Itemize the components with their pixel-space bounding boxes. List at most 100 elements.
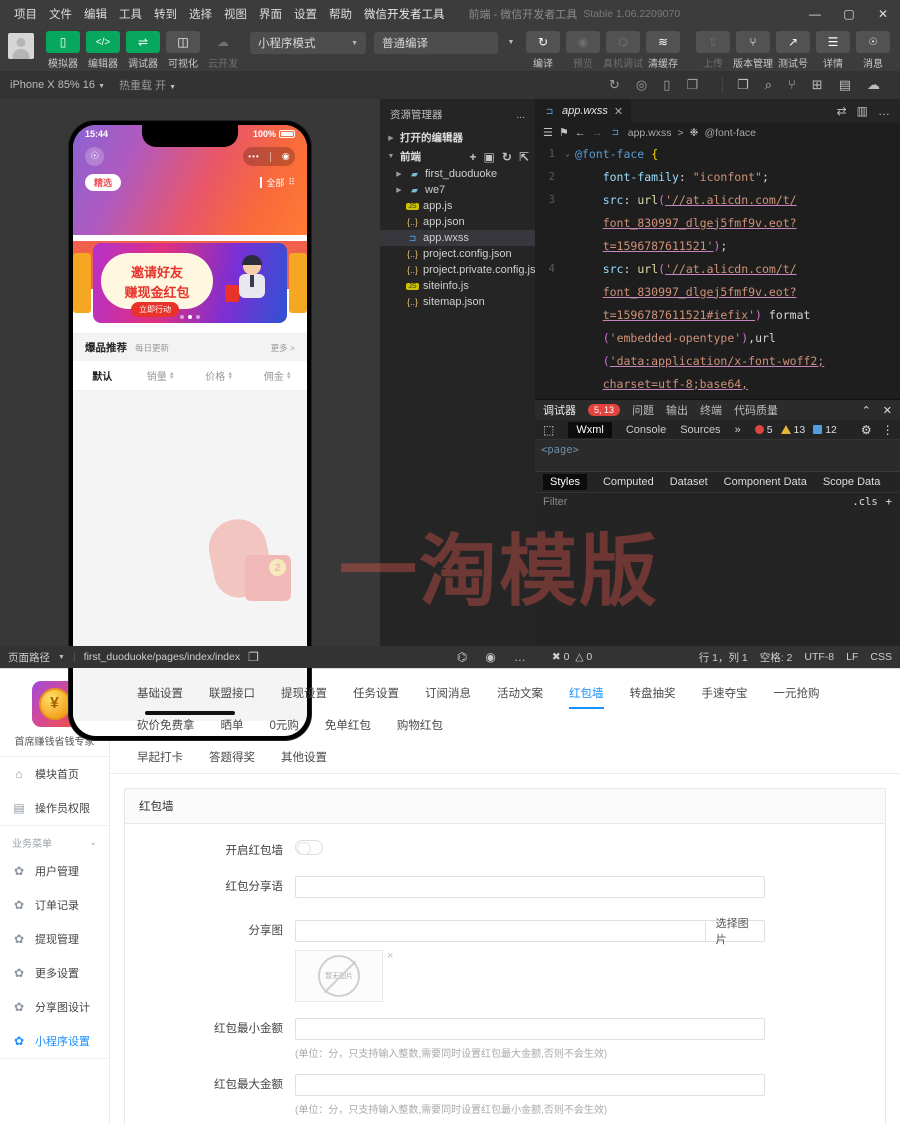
tab-red-packet-wall[interactable]: 红包墙 — [556, 677, 617, 709]
sidebar-item-miniapp-settings[interactable]: ✿ 小程序设置 — [0, 1024, 109, 1058]
remove-image-icon[interactable]: × — [387, 950, 393, 962]
tab-alliance-api[interactable]: 联盟接口 — [196, 677, 268, 709]
forward-icon[interactable]: → — [592, 127, 603, 139]
settings-gear-icon[interactable]: ⚙ — [861, 423, 872, 437]
styles-content[interactable] — [535, 511, 900, 666]
wxml-tree[interactable]: <page> — [535, 440, 900, 472]
new-folder-icon[interactable]: ▣ — [484, 150, 495, 164]
filter-price[interactable]: 价格 ▲ ▼ — [190, 368, 249, 384]
compile-file-icon[interactable]: ⇄ — [837, 104, 847, 118]
bookmark-icon[interactable]: ⚑ — [559, 126, 569, 139]
sidebar-group-business[interactable]: 业务菜单 ⌄ — [0, 825, 109, 854]
toolbar-button-editor[interactable]: </> 编辑器 — [84, 31, 122, 70]
styles-tab-styles[interactable]: Styles — [543, 474, 587, 490]
sidebar-item-module-home[interactable]: ⌂ 模块首页 — [0, 757, 109, 791]
warning-status[interactable]: △ 0 — [575, 651, 592, 663]
copy-files-icon[interactable]: ❐ — [737, 77, 749, 93]
file-row-we7[interactable]: ▶ ▰ we7 — [380, 182, 535, 198]
promo-banner[interactable]: 邀请好友 赚现金红包 立即行动 — [93, 243, 287, 323]
input-min-amount[interactable] — [295, 1018, 765, 1040]
debugger-tab-codequality[interactable]: 代码质量 — [734, 402, 778, 418]
multi-window-icon[interactable]: ❐ — [686, 77, 698, 93]
styles-tab-computed[interactable]: Computed — [603, 476, 654, 488]
mode-select[interactable]: 小程序模式 ▼ — [250, 32, 366, 54]
collapse-all-icon[interactable]: ⇱ — [519, 150, 529, 164]
more-status-icon[interactable]: … — [514, 650, 526, 664]
toolbar-button-details[interactable]: ☰ 详情 — [814, 31, 852, 70]
warning-count[interactable]: 13 — [780, 424, 805, 436]
toolbar-button-version[interactable]: ⑂ 版本管理 — [733, 31, 773, 70]
toolbar-button-compile[interactable]: ↻ 编译 — [524, 31, 562, 70]
product-list-area[interactable] — [73, 391, 307, 721]
sidebar-item-operator-permission[interactable]: ▤ 操作员权限 — [0, 791, 109, 825]
info-count[interactable]: 12 — [813, 424, 837, 436]
tab-speed-treasure[interactable]: 手速夺宝 — [689, 677, 761, 709]
bug-status-icon[interactable]: ⌬ — [457, 650, 467, 664]
save-icon[interactable]: ▤ — [839, 77, 851, 93]
toolbar-button-testid[interactable]: ↗ 测试号 — [774, 31, 812, 70]
explorer-more-icon[interactable]: ... — [516, 109, 525, 121]
minimize-icon[interactable]: — — [798, 0, 832, 28]
file-row-app-js[interactable]: JS app.js — [380, 198, 535, 214]
inspect-element-icon[interactable]: ⬚ — [543, 423, 554, 437]
file-row-siteinfo-js[interactable]: JS siteinfo.js — [380, 278, 535, 294]
cls-button[interactable]: .cls — [852, 496, 877, 508]
filter-default[interactable]: 默认 — [73, 368, 132, 383]
tab-other-settings[interactable]: 其他设置 — [268, 741, 340, 773]
tab-show-order[interactable]: 晒单 — [208, 709, 257, 741]
category-all[interactable]: 全部 ⠿ — [260, 176, 295, 189]
tab-bargain-free[interactable]: 砍价免费拿 — [124, 709, 208, 741]
menu-item-help[interactable]: 帮助 — [323, 3, 358, 25]
back-icon[interactable]: ← — [575, 127, 586, 139]
copy-path-icon[interactable]: ❐ — [248, 650, 259, 664]
page-path-label[interactable]: 页面路径 — [8, 650, 50, 665]
file-row-app-json[interactable]: {..} app.json — [380, 214, 535, 230]
device-frame-icon[interactable]: ▯ — [663, 77, 670, 93]
tab-zero-yuan-buy[interactable]: 0元购 — [257, 709, 312, 741]
file-row-project-config[interactable]: {..} project.config.json — [380, 246, 535, 262]
toolbar-button-visual[interactable]: ◫ 可视化 — [164, 31, 202, 70]
devtools-more-tabs[interactable]: » — [735, 424, 741, 436]
category-tag-selected[interactable]: 精选 — [85, 174, 122, 191]
sidebar-item-order-records[interactable]: ✿ 订单记录 — [0, 888, 109, 922]
file-row-app-wxss[interactable]: ⊐ app.wxss — [380, 230, 535, 246]
devtools-tab-console[interactable]: Console — [626, 424, 666, 436]
collapse-icon[interactable]: ⌃ — [862, 404, 871, 417]
debugger-tab-problems[interactable]: 问题 — [632, 402, 654, 418]
styles-tab-dataset[interactable]: Dataset — [670, 476, 708, 488]
refresh-explorer-icon[interactable]: ↻ — [502, 150, 512, 164]
eol-setting[interactable]: LF — [846, 651, 858, 663]
filter-commission[interactable]: 佣金 ▲ ▼ — [249, 368, 308, 384]
menu-item-settings[interactable]: 设置 — [288, 3, 323, 25]
breadcrumb-symbol[interactable]: @font-face — [704, 127, 756, 139]
menu-item-interface[interactable]: 界面 — [253, 3, 288, 25]
menu-item-file[interactable]: 文件 — [43, 3, 78, 25]
toolbar-button-simulator[interactable]: ▯ 模拟器 — [44, 31, 82, 70]
page-path-value[interactable]: first_duoduoke/pages/index/index — [84, 651, 240, 663]
menu-item-goto[interactable]: 转到 — [148, 3, 183, 25]
banner-dots[interactable] — [180, 315, 200, 319]
select-image-button[interactable]: 选择图片 — [705, 918, 765, 946]
toggle-enable-red-packet-wall[interactable] — [295, 840, 323, 855]
toolbar-button-upload[interactable]: ⇧ 上传 — [694, 31, 732, 70]
editor-tab-app-wxss[interactable]: ⊐ app.wxss ✕ — [535, 99, 632, 123]
menu-item-edit[interactable]: 编辑 — [78, 3, 113, 25]
phone-screen[interactable]: 15:44 100% ☉ ••• ◉ 精选 全部 ⠿ 邀请好友 赚现金红包 立即… — [73, 125, 307, 736]
toolbar-button-preview[interactable]: ◉ 预览 — [564, 31, 602, 70]
editor-more-icon[interactable]: … — [878, 104, 890, 118]
toolbar-button-realdevice[interactable]: ⌬ 真机调试 — [603, 31, 643, 70]
file-row-first-duoduoke[interactable]: ▶ ▰ first_duoduoke — [380, 166, 535, 182]
fold-icon[interactable]: ⌄ — [565, 149, 575, 158]
hotreload-select[interactable]: 热重载 开 ▼ — [119, 77, 176, 93]
styles-tab-scope-data[interactable]: Scope Data — [823, 476, 880, 488]
kebab-menu-icon[interactable]: ⋮ — [882, 423, 894, 437]
cloud-debug-icon[interactable]: ☁ — [867, 77, 880, 93]
menu-item-wechat-devtools[interactable]: 微信开发者工具 — [358, 3, 451, 25]
capsule-buttons[interactable]: ••• ◉ — [243, 147, 295, 166]
tab-shopping-red-packet[interactable]: 购物红包 — [384, 709, 456, 741]
image-thumbnail[interactable]: 暂无图片 — [295, 950, 383, 1002]
split-editor-icon[interactable]: ▥ — [857, 104, 868, 118]
input-max-amount[interactable] — [295, 1074, 765, 1096]
extensions-icon[interactable]: ⊞ — [812, 77, 823, 93]
hot-products-more[interactable]: 更多 > — [271, 342, 295, 354]
